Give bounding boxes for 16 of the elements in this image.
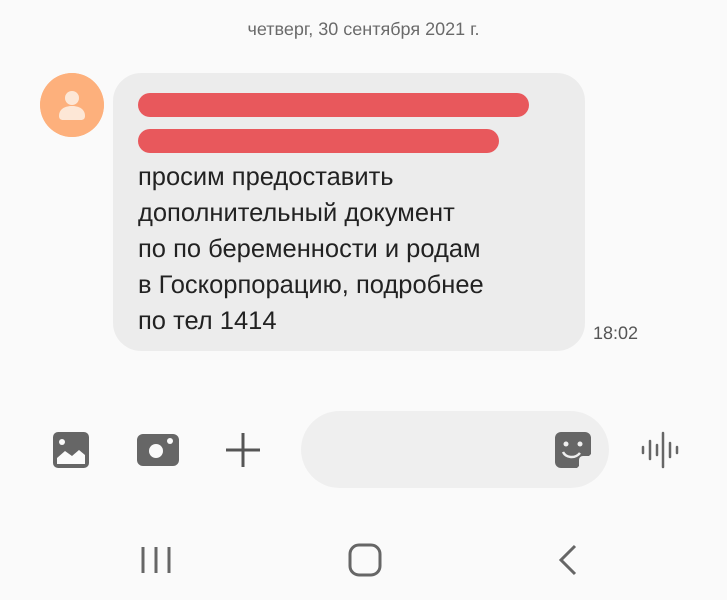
recent-apps-icon[interactable] bbox=[140, 546, 172, 574]
message-text: по тел 1414 bbox=[138, 306, 278, 337]
date-header: четверг, 30 сентября 2021 г. bbox=[246, 18, 481, 41]
message-text: дополнительный документ bbox=[138, 198, 456, 229]
camera-icon[interactable] bbox=[137, 434, 179, 466]
add-icon[interactable] bbox=[225, 432, 261, 468]
message-text: по по беременности и родам bbox=[138, 234, 482, 265]
sticker-icon[interactable] bbox=[555, 432, 591, 468]
back-icon[interactable] bbox=[557, 544, 577, 576]
voice-icon[interactable] bbox=[641, 430, 679, 468]
avatar-icon bbox=[40, 73, 104, 137]
message-text: просим предоставить bbox=[138, 162, 395, 193]
message-text: в Госкорпорацию, подробнее bbox=[138, 270, 485, 301]
home-icon[interactable] bbox=[348, 543, 382, 577]
message-time: 18:02 bbox=[593, 322, 638, 345]
gallery-icon[interactable] bbox=[52, 430, 90, 468]
